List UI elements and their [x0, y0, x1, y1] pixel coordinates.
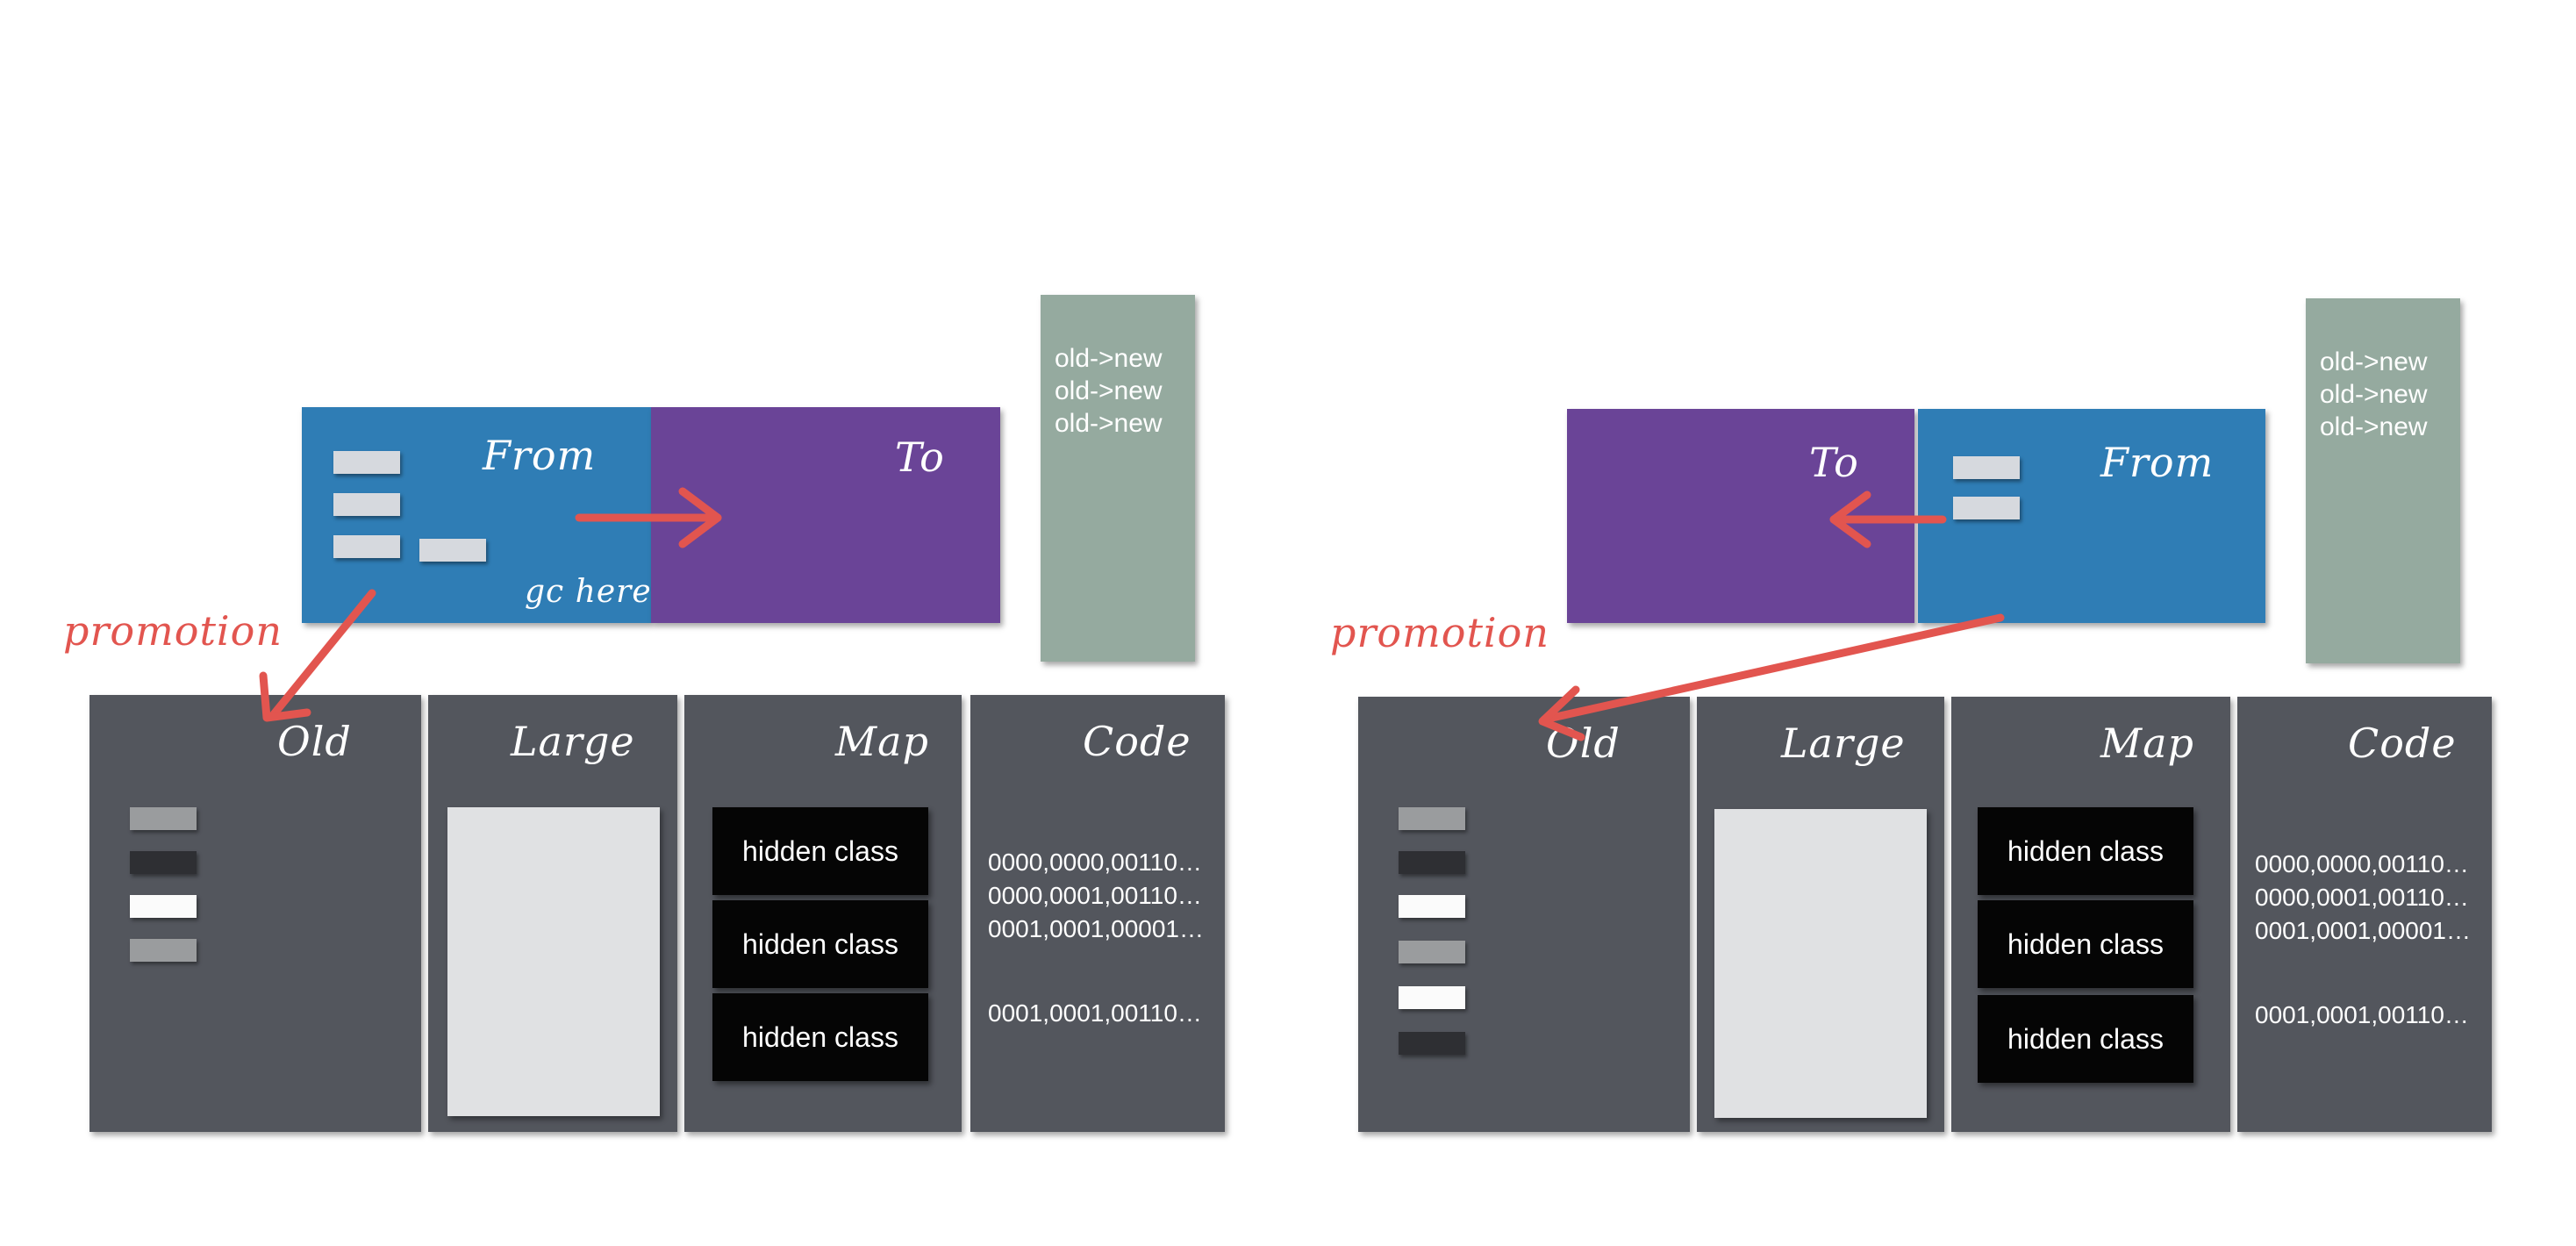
object-block	[1399, 1032, 1465, 1055]
object-block	[1399, 851, 1465, 874]
right-diagram: To From old->new old->new old->new Old L…	[0, 0, 2576, 1246]
large-space: Large	[1697, 697, 1944, 1132]
object-block	[1953, 497, 2020, 519]
promotion-label: promotion	[1330, 609, 1549, 656]
object-block	[1399, 895, 1465, 918]
to-space: To	[1567, 409, 1914, 623]
map-label: Map	[2100, 720, 2194, 767]
hidden-class-block: hidden class	[1978, 995, 2193, 1083]
remembered-entry: old->new	[2320, 380, 2428, 409]
code-line: 0001,0001,00001…	[2255, 917, 2471, 944]
code-line: 0000,0001,00110…	[2255, 884, 2469, 911]
code-label: Code	[2348, 720, 2457, 767]
from-label: From	[2100, 439, 2215, 486]
object-block	[1953, 456, 2020, 479]
from-space: From	[1918, 409, 2265, 623]
to-label: To	[1809, 439, 1859, 486]
remembered-set: old->new old->new old->new	[2306, 298, 2460, 663]
remembered-entry: old->new	[2320, 347, 2428, 376]
code-space: Code 0000,0000,00110… 0000,0001,00110… 0…	[2237, 697, 2492, 1132]
object-block	[1399, 986, 1465, 1009]
old-space: Old	[1358, 697, 1690, 1132]
object-block	[1399, 807, 1465, 830]
large-object	[1714, 809, 1927, 1118]
code-line: 0001,0001,00110…	[2255, 1001, 2469, 1028]
object-block	[1399, 941, 1465, 963]
large-label: Large	[1781, 720, 1906, 767]
old-label: Old	[1546, 720, 1621, 767]
map-space: Map hidden class hidden class hidden cla…	[1951, 697, 2230, 1132]
hidden-class-block: hidden class	[1978, 900, 2193, 988]
hidden-class-block: hidden class	[1978, 807, 2193, 895]
remembered-entry: old->new	[2320, 412, 2428, 441]
code-line: 0000,0000,00110…	[2255, 850, 2469, 877]
